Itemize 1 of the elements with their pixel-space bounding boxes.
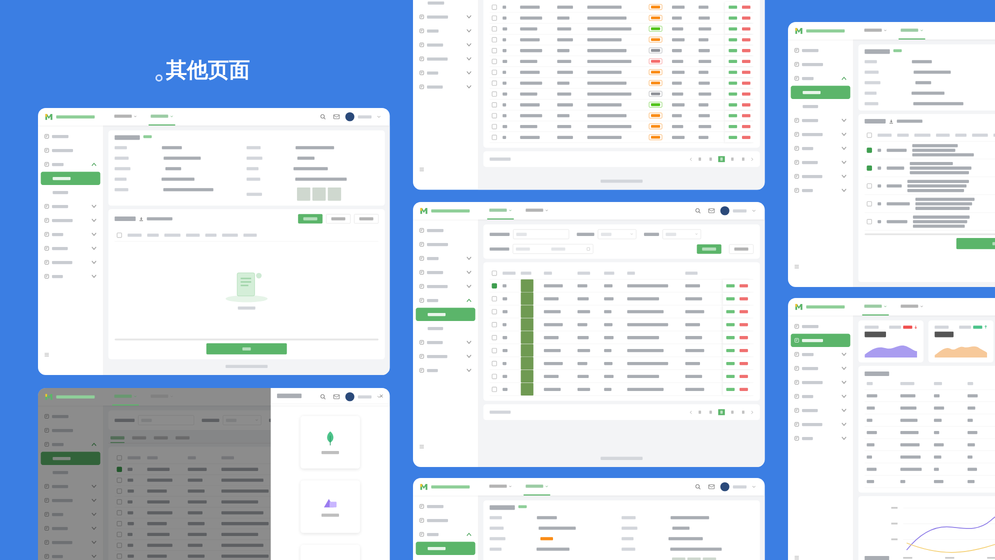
page-heading: 其他页面 <box>166 57 250 84</box>
